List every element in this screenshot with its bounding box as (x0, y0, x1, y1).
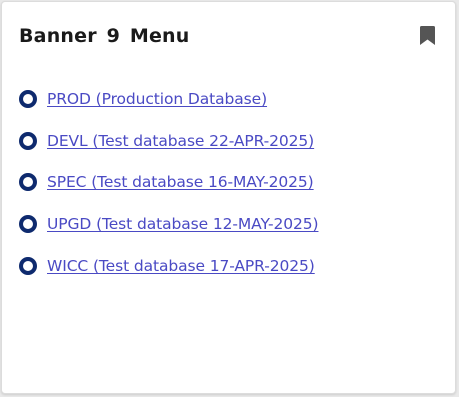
link-prod[interactable]: PROD (Production Database) (47, 90, 267, 108)
link-wicc[interactable]: WICC (Test database 17-APR-2025) (47, 257, 315, 275)
link-upgd[interactable]: UPGD (Test database 12-MAY-2025) (47, 215, 319, 233)
radio-icon[interactable] (19, 215, 37, 234)
radio-icon[interactable] (19, 131, 37, 150)
radio-icon[interactable] (19, 256, 37, 275)
menu-item-devl[interactable]: DEVL (Test database 22-APR-2025) (19, 120, 318, 162)
menu-item-wicc[interactable]: WICC (Test database 17-APR-2025) (19, 245, 318, 287)
card-title: Banner 9 Menu (19, 25, 190, 47)
bookmark-icon[interactable] (420, 26, 435, 45)
menu-item-spec[interactable]: SPEC (Test database 16-MAY-2025) (19, 162, 318, 204)
radio-icon[interactable] (19, 173, 37, 192)
menu-item-prod[interactable]: PROD (Production Database) (19, 78, 318, 120)
banner-menu-card: Banner 9 Menu PROD (Production Database)… (1, 1, 456, 394)
menu-item-upgd[interactable]: UPGD (Test database 12-MAY-2025) (19, 203, 319, 245)
database-menu-list: PROD (Production Database) DEVL (Test da… (19, 78, 319, 287)
link-spec[interactable]: SPEC (Test database 16-MAY-2025) (47, 173, 314, 191)
link-devl[interactable]: DEVL (Test database 22-APR-2025) (47, 132, 314, 150)
radio-icon[interactable] (19, 89, 37, 108)
